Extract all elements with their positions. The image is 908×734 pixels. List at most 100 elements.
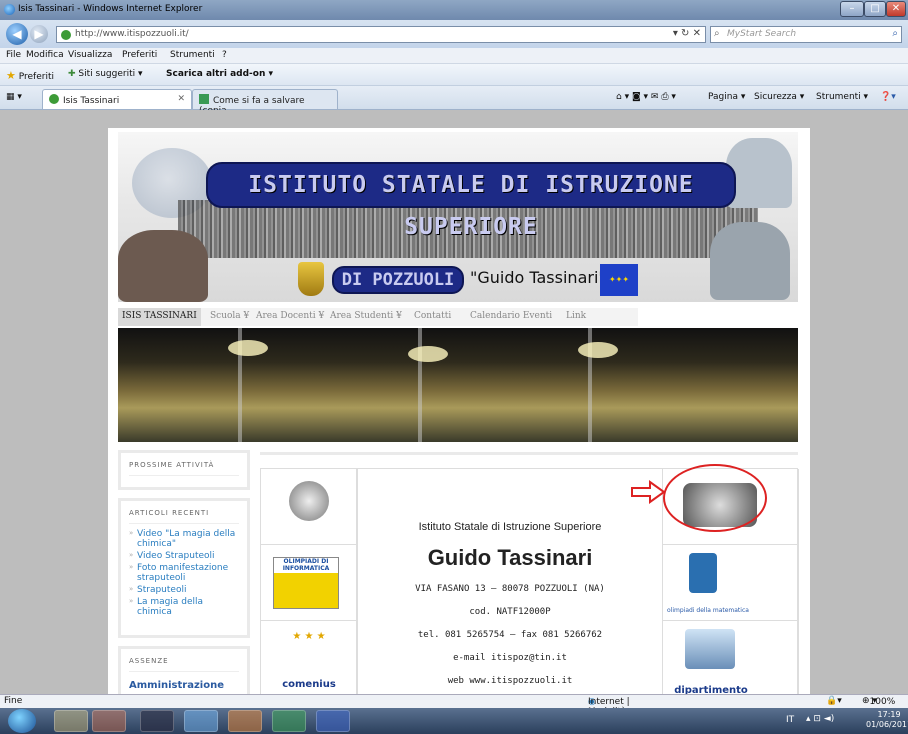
word-icon[interactable] bbox=[316, 710, 350, 732]
get-addons[interactable]: Scarica altri add-on ▾ bbox=[166, 69, 273, 79]
search-go-icon[interactable]: ⌕ bbox=[892, 28, 898, 39]
nav-area-docenti[interactable]: Area Docenti ¥ bbox=[256, 311, 324, 321]
menu-pagina[interactable]: Pagina ▾ bbox=[708, 92, 745, 102]
red-arrow-icon bbox=[631, 480, 666, 504]
mail-icon[interactable] bbox=[228, 710, 262, 732]
lab-photo bbox=[710, 222, 790, 300]
star-icon: ★ bbox=[6, 69, 16, 82]
site-banner: ISTITUTO STATALE DI ISTRUZIONE SUPERIORE… bbox=[118, 132, 798, 302]
add-favorite-icon: ✚ bbox=[68, 69, 76, 79]
comenius-stars-icon: ★ ★ ★ bbox=[292, 631, 326, 642]
menu-strumenti[interactable]: Strumenti bbox=[170, 50, 215, 60]
tray-icons[interactable]: ▴ ⊡ ◄) bbox=[806, 714, 834, 724]
ie-icon bbox=[4, 4, 15, 15]
address-url[interactable]: http://www.itispozzuoli.it/ bbox=[75, 29, 189, 39]
internet-explorer-icon[interactable] bbox=[184, 710, 218, 732]
article-link[interactable]: Foto manifestazione straputeoli bbox=[129, 562, 239, 584]
menu-help[interactable]: ? bbox=[222, 50, 227, 60]
favorites-button[interactable]: ★ Preferiti bbox=[6, 69, 54, 82]
maximize-button[interactable]: □ bbox=[864, 1, 886, 17]
olimpiadi-informatica-icon: OLIMPIADI DI INFORMATICA bbox=[273, 557, 339, 609]
tab-come-salvare[interactable]: Come si fa a salvare (copia... bbox=[192, 89, 338, 116]
dipartimento-cell[interactable]: dipartimento bbox=[663, 621, 799, 694]
students-photo bbox=[118, 230, 208, 302]
olimpiadi-matematica-label: olimpiadi della matematica bbox=[667, 607, 749, 614]
language-indicator[interactable]: IT bbox=[786, 715, 794, 725]
menu-strumenti-cmd[interactable]: Strumenti ▾ bbox=[816, 92, 868, 102]
address-row: ◀ ▶ http://www.itispozzuoli.it/ ▾ ↻ ✕ ⌕ … bbox=[0, 20, 908, 48]
lab-equipment-icon bbox=[685, 629, 735, 669]
hp-icon[interactable] bbox=[140, 710, 174, 732]
menu-preferiti[interactable]: Preferiti bbox=[122, 50, 157, 60]
prossime-heading: PROSSIME ATTIVITÀ bbox=[129, 461, 239, 476]
article-link[interactable]: Video "La magia della chimica" bbox=[129, 528, 239, 550]
olimpiadi-matematica-cell[interactable]: olimpiadi della matematica bbox=[663, 545, 799, 621]
search-box[interactable]: ⌕ MyStart Search ⌕ bbox=[710, 26, 902, 43]
taskbar: IT ▴ ⊡ ◄) 17:19 01/06/2011 bbox=[0, 708, 908, 734]
explorer-folder-icon[interactable] bbox=[54, 710, 88, 732]
red-highlight-ellipse bbox=[663, 464, 767, 532]
forward-button[interactable]: ▶ bbox=[30, 25, 48, 43]
article-link[interactable]: La magia della chimica bbox=[129, 596, 239, 618]
nav-isis-tassinari[interactable]: ISIS TASSINARI bbox=[118, 308, 201, 326]
info-tel: tel. 081 5265754 – fax 081 5266762 bbox=[417, 630, 603, 640]
menu-sicurezza[interactable]: Sicurezza ▾ bbox=[754, 92, 804, 102]
amministrazione-link[interactable]: Amministrazione bbox=[129, 680, 239, 691]
repubblica-emblem-cell[interactable] bbox=[261, 469, 357, 545]
menu-bar: File Modifica Visualizza Preferiti Strum… bbox=[0, 48, 908, 64]
tab-favicon-icon bbox=[49, 94, 59, 104]
articles-list: Video "La magia della chimica" Video Str… bbox=[129, 528, 239, 618]
tab-close-icon[interactable]: ✕ bbox=[177, 94, 185, 104]
comenius-cell[interactable]: ★ ★ ★ comenius bbox=[261, 621, 357, 694]
clock[interactable]: 17:19 01/06/2011 bbox=[866, 710, 908, 730]
assenze-heading: ASSENZE bbox=[129, 657, 239, 672]
address-bar[interactable]: http://www.itispozzuoli.it/ ▾ ↻ ✕ bbox=[56, 26, 706, 43]
help-icon[interactable]: ❓▾ bbox=[880, 92, 896, 102]
refresh-stop-icons[interactable]: ▾ ↻ ✕ bbox=[673, 28, 701, 39]
menu-modifica[interactable]: Modifica bbox=[26, 50, 64, 60]
article-link[interactable]: Straputeoli bbox=[129, 584, 239, 596]
sidebar-articoli: ARTICOLI RECENTI Video "La magia della c… bbox=[118, 498, 250, 638]
eu-flag-icon: ✦✦✦ bbox=[600, 264, 638, 296]
article-link[interactable]: Video Straputeoli bbox=[129, 550, 239, 562]
pozzuoli-crest-icon bbox=[298, 262, 324, 296]
info-address: VIA FASANO 13 – 80078 POZZUOLI (NA) bbox=[415, 584, 605, 594]
media-player-icon[interactable] bbox=[92, 710, 126, 732]
menu-file[interactable]: File bbox=[6, 50, 21, 60]
tab-isis-tassinari[interactable]: Isis Tassinari ✕ bbox=[42, 89, 192, 109]
start-orb-icon[interactable] bbox=[8, 709, 36, 733]
olimpiadi-informatica-cell[interactable]: OLIMPIADI DI INFORMATICA bbox=[261, 545, 357, 621]
info-name: Guido Tassinari bbox=[427, 545, 593, 570]
nav-area-studenti[interactable]: Area Studenti ¥ bbox=[330, 311, 402, 321]
quick-tabs-icon[interactable]: ▦ ▾ bbox=[6, 92, 22, 102]
minimize-button[interactable]: – bbox=[840, 1, 864, 17]
header-photo bbox=[118, 328, 798, 442]
zoom-control[interactable]: ⊕ 100% ▾ bbox=[862, 696, 895, 707]
nav-link[interactable]: Link bbox=[566, 311, 586, 321]
security-icon[interactable]: 🔒▾ bbox=[826, 696, 842, 706]
search-icon: ⌕ bbox=[714, 28, 720, 39]
window-title: Isis Tassinari - Windows Internet Explor… bbox=[18, 4, 203, 14]
title-bar: Isis Tassinari - Windows Internet Explor… bbox=[0, 0, 908, 20]
excel-icon[interactable] bbox=[272, 710, 306, 732]
menu-visualizza[interactable]: Visualizza bbox=[68, 50, 112, 60]
tab-row: ▦ ▾ Isis Tassinari ✕ Come si fa a salvar… bbox=[0, 86, 908, 116]
nav-contatti[interactable]: Contatti bbox=[414, 311, 451, 321]
articoli-heading: ARTICOLI RECENTI bbox=[129, 509, 239, 524]
nav-calendario-eventi[interactable]: Calendario Eventi bbox=[470, 311, 552, 321]
banner-name: "Guido Tassinari" bbox=[470, 268, 606, 287]
back-button[interactable]: ◀ bbox=[6, 23, 28, 45]
emblem-icon bbox=[289, 481, 329, 521]
clock-date: 01/06/2011 bbox=[866, 720, 908, 729]
dipartimento-label: dipartimento bbox=[674, 685, 748, 694]
home-feeds-print-icons[interactable]: ⌂ ▾ ◙ ▾ ✉ ⎙ ▾ bbox=[616, 92, 676, 102]
info-email: e-mail itispoz@tin.it bbox=[453, 653, 567, 663]
status-text: Fine bbox=[4, 696, 23, 706]
nav-scuola[interactable]: Scuola ¥ bbox=[210, 311, 249, 321]
suggested-sites[interactable]: ✚ Siti suggeriti ▾ bbox=[68, 69, 143, 79]
info-code: cod. NATF12000P bbox=[469, 607, 551, 617]
clock-time: 17:19 bbox=[877, 710, 901, 719]
close-button[interactable]: ✕ bbox=[886, 1, 906, 17]
search-placeholder[interactable]: MyStart Search bbox=[727, 29, 796, 39]
sidebar-assenze: ASSENZE Amministrazione bbox=[118, 646, 250, 694]
